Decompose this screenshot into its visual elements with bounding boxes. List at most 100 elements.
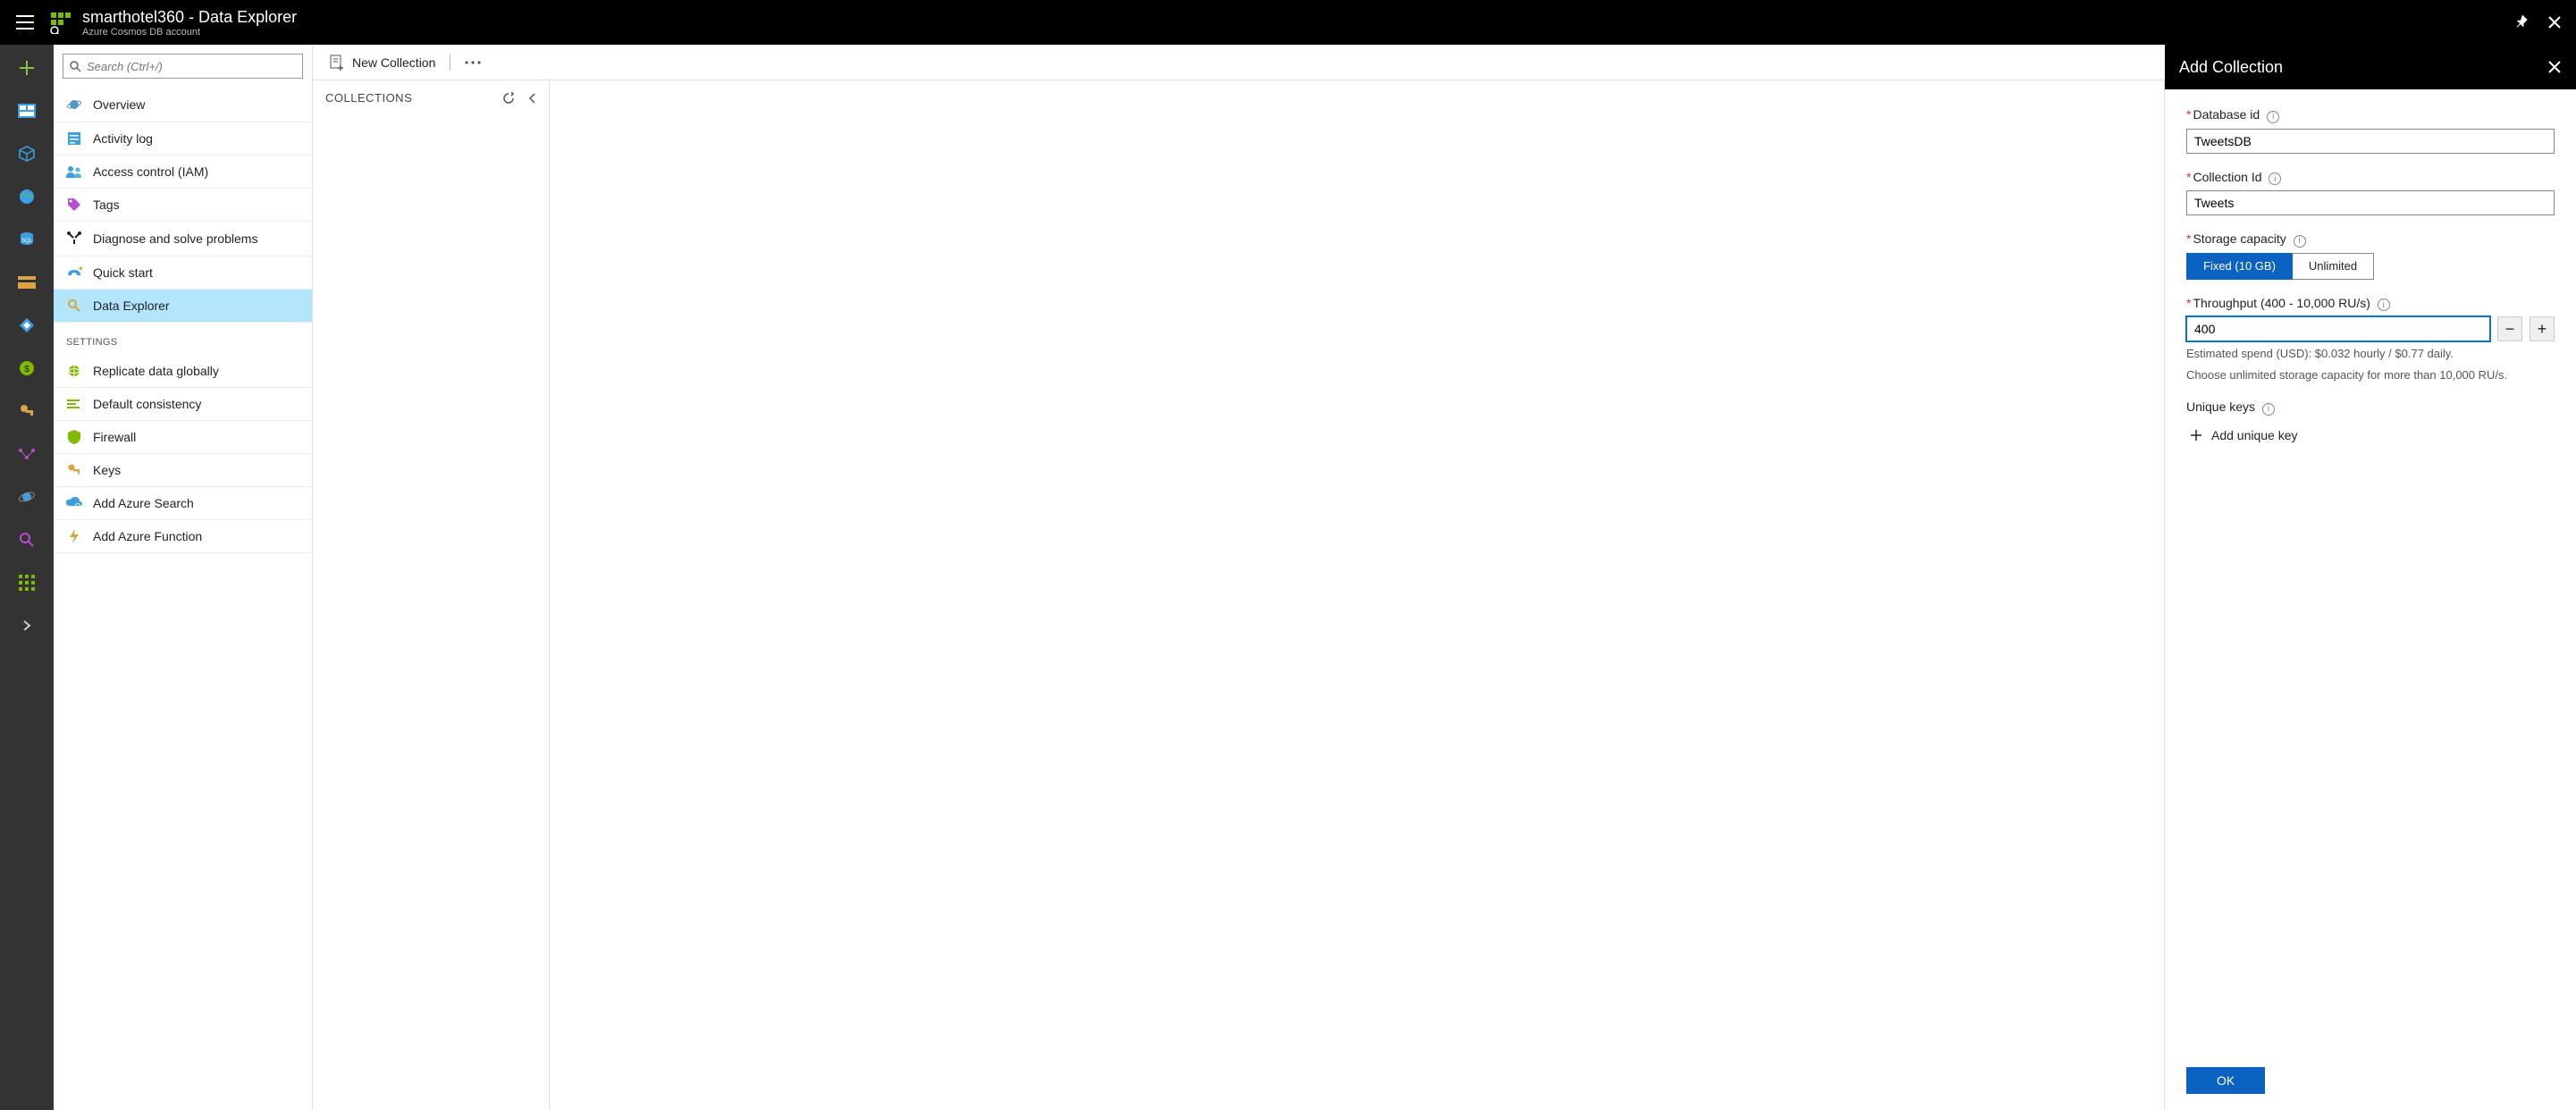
activity-log-icon xyxy=(66,131,82,146)
nav-label: Access control (IAM) xyxy=(93,164,208,179)
database-id-input[interactable] xyxy=(2186,129,2555,154)
nav-replicate[interactable]: Replicate data globally xyxy=(54,355,312,388)
nav-label: Firewall xyxy=(93,430,136,444)
rail-diamond-icon[interactable] xyxy=(14,313,39,338)
throughput-input[interactable] xyxy=(2186,316,2490,341)
nav-quick-start[interactable]: Quick start xyxy=(54,256,312,290)
left-rail: SQL $ xyxy=(0,45,54,1110)
info-icon[interactable]: i xyxy=(2294,235,2306,248)
data-explorer-icon xyxy=(66,299,82,313)
new-collection-label: New Collection xyxy=(352,55,435,70)
search-box[interactable] xyxy=(63,54,303,79)
nav-overview[interactable]: Overview xyxy=(54,88,312,122)
throughput-decrement[interactable]: − xyxy=(2497,316,2522,341)
rail-cost-icon[interactable]: $ xyxy=(14,356,39,381)
rail-search-icon[interactable] xyxy=(14,527,39,552)
nav-add-function[interactable]: Add Azure Function xyxy=(54,520,312,553)
rail-grid-icon[interactable] xyxy=(14,570,39,595)
nav-keys[interactable]: Keys xyxy=(54,454,312,487)
hamburger-menu[interactable] xyxy=(7,4,43,40)
collections-header: COLLECTIONS xyxy=(325,91,412,105)
storage-unlimited-option[interactable]: Unlimited xyxy=(2293,253,2374,280)
add-unique-key-button[interactable]: Add unique key xyxy=(2186,421,2555,450)
nav-label: Default consistency xyxy=(93,397,201,411)
firewall-icon xyxy=(66,430,82,444)
nav-add-search[interactable]: Add Azure Search xyxy=(54,487,312,520)
nav-firewall[interactable]: Firewall xyxy=(54,421,312,454)
rail-card-icon[interactable] xyxy=(14,270,39,295)
info-icon[interactable]: i xyxy=(2378,299,2390,311)
unique-keys-label: Unique keys xyxy=(2186,399,2255,414)
collapse-icon[interactable] xyxy=(527,92,536,105)
nav-label: Keys xyxy=(93,463,121,477)
rail-dashboard-icon[interactable] xyxy=(14,98,39,123)
add-collection-panel: Add Collection *Database id i *Collectio… xyxy=(2165,45,2576,1110)
storage-fixed-option[interactable]: Fixed (10 GB) xyxy=(2186,253,2293,280)
throughput-label: Throughput (400 - 10,000 RU/s) xyxy=(2193,296,2370,310)
replicate-icon xyxy=(66,364,82,378)
overview-icon xyxy=(66,97,82,113)
svg-text:$: $ xyxy=(24,365,29,374)
rail-key-icon[interactable] xyxy=(14,399,39,424)
estimate-text-2: Choose unlimited storage capacity for mo… xyxy=(2186,366,2555,384)
nav-label: Tags xyxy=(93,198,120,212)
panel-close-icon[interactable] xyxy=(2547,60,2562,74)
nav-label: Overview xyxy=(93,97,145,112)
cosmosdb-logo-icon xyxy=(43,4,79,40)
collection-id-label: Collection Id xyxy=(2193,170,2261,184)
rail-expand-icon[interactable] xyxy=(14,613,39,638)
nav-activity-log[interactable]: Activity log xyxy=(54,122,312,156)
nav-data-explorer[interactable]: Data Explorer xyxy=(54,290,312,323)
database-id-label: Database id xyxy=(2193,107,2260,122)
page-subtitle: Azure Cosmos DB account xyxy=(82,27,2508,38)
rail-globe-icon[interactable] xyxy=(14,184,39,209)
nav-label: Add Azure Search xyxy=(93,496,194,510)
explorer-toolbar: New Collection xyxy=(313,45,2165,80)
diagnose-icon xyxy=(66,231,82,247)
rail-graph-icon[interactable] xyxy=(14,441,39,467)
info-icon[interactable]: i xyxy=(2262,403,2275,416)
storage-label: Storage capacity xyxy=(2193,231,2286,246)
nav-label: Diagnose and solve problems xyxy=(93,231,257,246)
ok-button[interactable]: OK xyxy=(2186,1067,2265,1094)
throughput-increment[interactable]: + xyxy=(2530,316,2555,341)
plus-icon xyxy=(2190,429,2202,441)
content-area xyxy=(550,80,2165,1110)
collection-id-input[interactable] xyxy=(2186,190,2555,215)
nav-label: Quick start xyxy=(93,265,153,280)
refresh-icon[interactable] xyxy=(502,92,515,105)
quick-start-icon xyxy=(66,266,82,279)
estimate-text: Estimated spend (USD): $0.032 hourly / $… xyxy=(2186,345,2555,363)
consistency-icon xyxy=(66,399,82,409)
info-icon[interactable]: i xyxy=(2269,172,2281,185)
info-icon[interactable]: i xyxy=(2267,111,2279,123)
nav-tags[interactable]: Tags xyxy=(54,189,312,222)
page-title: smarthotel360 - Data Explorer xyxy=(82,8,2508,27)
svg-text:SQL: SQL xyxy=(21,239,33,244)
nav-label: Activity log xyxy=(93,131,153,146)
add-unique-key-label: Add unique key xyxy=(2211,428,2298,442)
new-collection-button[interactable]: New Collection xyxy=(324,51,441,74)
search-icon xyxy=(69,60,81,72)
more-button[interactable] xyxy=(459,57,486,68)
search-input[interactable] xyxy=(87,60,297,73)
new-collection-icon xyxy=(329,55,345,71)
rail-cube-icon[interactable] xyxy=(14,141,39,166)
nav-access-control[interactable]: Access control (IAM) xyxy=(54,156,312,189)
nav-consistency[interactable]: Default consistency xyxy=(54,388,312,421)
azure-function-icon xyxy=(66,529,82,543)
nav-diagnose[interactable]: Diagnose and solve problems xyxy=(54,222,312,256)
access-control-icon xyxy=(66,165,82,178)
nav-label: Replicate data globally xyxy=(93,364,219,378)
azure-search-icon xyxy=(66,497,82,509)
tags-icon xyxy=(66,198,82,212)
rail-cosmos-icon[interactable] xyxy=(14,484,39,509)
keys-icon xyxy=(66,463,82,477)
settings-header: SETTINGS xyxy=(54,323,312,355)
rail-sql-icon[interactable]: SQL xyxy=(14,227,39,252)
nav-label: Data Explorer xyxy=(93,299,170,313)
resource-nav: Overview Activity log Access control (IA… xyxy=(54,45,313,1110)
close-button[interactable] xyxy=(2540,8,2569,37)
rail-create-icon[interactable] xyxy=(14,55,39,80)
pin-button[interactable] xyxy=(2508,8,2537,37)
